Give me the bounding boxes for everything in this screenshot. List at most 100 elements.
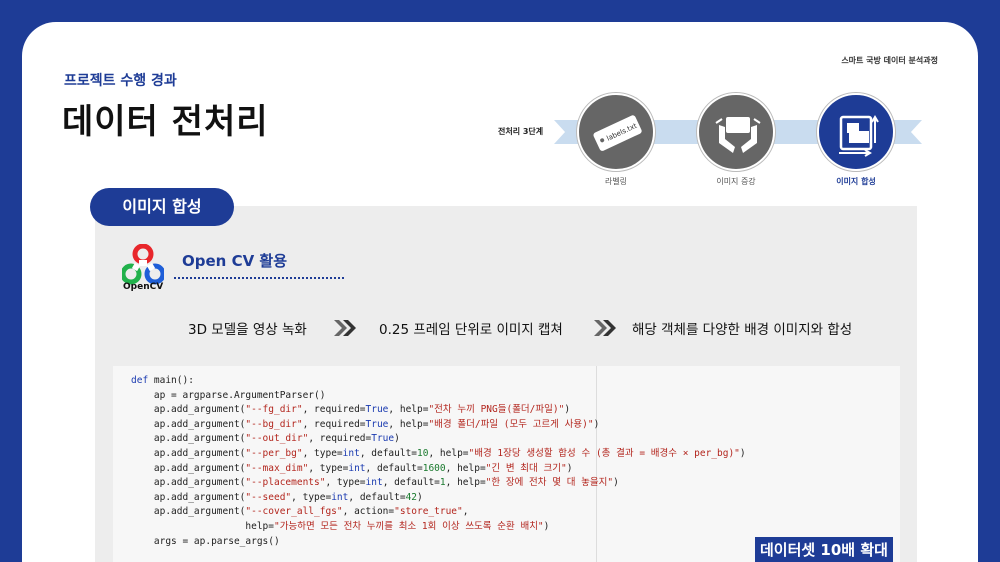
code-token: ) <box>564 404 571 416</box>
code-token: , type= <box>302 447 343 459</box>
section-heading: Open CV 활용 <box>182 252 288 270</box>
code-token: int <box>331 491 349 503</box>
code-token: help= <box>131 520 274 532</box>
slide-card: 스마트 국방 데이터 분석과정 프로젝트 수행 경과 데이터 전처리 전처리 3… <box>22 22 978 562</box>
step-augmentation <box>697 93 775 171</box>
code-token: , help= <box>428 447 469 459</box>
code-token: , help= <box>388 418 429 430</box>
code-token: ap.add_argument( <box>131 433 246 445</box>
code-token: "--placements" <box>245 477 326 489</box>
step-composite <box>817 93 895 171</box>
section-pill: 이미지 합성 <box>90 188 234 226</box>
step-caption-labeling: 라벨링 <box>604 177 628 186</box>
code-token: , help= <box>388 404 429 416</box>
code-token: , type= <box>308 462 349 474</box>
code-token: True <box>365 404 389 416</box>
code-line: ap.add_argument("--fg_dir", required=Tru… <box>131 403 746 418</box>
code-token: , action= <box>342 506 395 518</box>
code-token: "store_true" <box>394 506 463 518</box>
code-line: def main(): <box>131 374 746 389</box>
code-token: , required= <box>308 433 372 445</box>
code-token: def <box>131 375 154 386</box>
code-token: ) <box>394 433 400 445</box>
flow-step-3: 해당 객체를 다양한 배경 이미지와 합성 <box>632 322 853 338</box>
code-token: int <box>365 477 383 489</box>
chevron-right-icon <box>334 320 356 336</box>
code-token: ) <box>739 447 746 459</box>
code-token: ap.add_argument( <box>131 418 246 430</box>
stage-label: 전처리 3단계 <box>498 127 544 136</box>
code-token: ap = argparse.ArgumentParser() <box>131 389 326 401</box>
flow-step-2: 0.25 프레임 단위로 이미지 캡쳐 <box>379 322 563 338</box>
step-caption-composite: 이미지 합성 <box>836 177 876 186</box>
code-line: ap.add_argument("--seed", type=int, defa… <box>131 491 746 506</box>
image-composite-icon <box>839 115 879 157</box>
code-token: ap.add_argument( <box>131 477 246 489</box>
code-token: , default= <box>348 491 406 503</box>
code-token: ) <box>417 491 423 503</box>
code-token: ap.add_argument( <box>131 491 246 503</box>
code-token: "전차 누끼 PNG들(폴더/파일)" <box>428 404 565 416</box>
code-token: main(): <box>153 375 194 386</box>
code-token: , default= <box>359 447 418 459</box>
chevron-right-icon <box>594 320 616 336</box>
code-token: args = ap.parse_args() <box>131 535 280 547</box>
code-token: ) <box>566 462 573 474</box>
code-block: def main(): ap = argparse.ArgumentParser… <box>113 366 900 562</box>
code-line: ap.add_argument("--max_dim", type=int, d… <box>131 462 746 477</box>
code-token: 42 <box>405 491 418 503</box>
code-text: def main(): ap = argparse.ArgumentParser… <box>131 374 746 549</box>
step-caption-augmentation: 이미지 증강 <box>716 177 756 186</box>
code-token: "--fg_dir" <box>245 404 303 416</box>
code-token: int <box>348 462 366 474</box>
code-token: "--cover_all_fgs" <box>245 506 343 518</box>
code-token: 1600 <box>422 462 446 474</box>
code-token: int <box>342 447 360 459</box>
code-token: True <box>365 418 389 430</box>
result-badge: 데이터셋 10배 확대 <box>755 537 893 562</box>
code-line: ap = argparse.ArgumentParser() <box>131 389 746 404</box>
flow-step-1: 3D 모델을 영상 녹화 <box>188 322 307 338</box>
code-token: , <box>462 506 469 518</box>
code-token: , help= <box>445 462 486 474</box>
code-token: "배경 1장당 생성할 합성 수 (총 결과 = 배경수 × per_bg)" <box>468 447 740 459</box>
code-token: ap.add_argument( <box>131 506 246 518</box>
code-token: ap.add_argument( <box>131 404 246 416</box>
code-token: ) <box>613 477 619 489</box>
code-token: True <box>371 433 395 445</box>
heading-underline <box>174 277 344 279</box>
code-line: args = ap.parse_args() <box>131 535 746 550</box>
code-line: ap.add_argument("--bg_dir", required=Tru… <box>131 418 746 433</box>
code-line: ap.add_argument("--cover_all_fgs", actio… <box>131 505 746 520</box>
code-token: ap.add_argument( <box>131 447 246 459</box>
step-labeling: labels.txt <box>577 93 655 171</box>
code-token: "가능하면 모든 전차 누끼를 최소 1회 이상 쓰도록 순환 배치" <box>274 520 544 532</box>
code-line: ap.add_argument("--per_bg", type=int, de… <box>131 447 746 462</box>
code-line: help="가능하면 모든 전차 누끼를 최소 1회 이상 쓰도록 순환 배치"… <box>131 520 746 535</box>
code-token: ) <box>543 520 550 532</box>
slide-subtitle: 프로젝트 수행 경과 <box>64 73 177 89</box>
code-token: 10 <box>417 447 429 459</box>
code-line: ap.add_argument("--out_dir", required=Tr… <box>131 432 746 447</box>
slide-title: 데이터 전처리 <box>62 102 269 142</box>
code-token: "--bg_dir" <box>245 418 303 430</box>
code-token: , default= <box>365 462 423 474</box>
code-token: , help= <box>445 477 486 489</box>
code-token: , default= <box>382 477 440 489</box>
code-token: ap.add_argument( <box>131 462 246 474</box>
org-label: 스마트 국방 데이터 분석과정 <box>841 56 938 65</box>
code-token: "긴 변 최대 크기" <box>485 462 567 474</box>
code-token: , required= <box>302 418 366 430</box>
code-line: ap.add_argument("--placements", type=int… <box>131 476 746 491</box>
code-token: , required= <box>302 404 366 416</box>
label-tag-icon: labels.txt <box>593 115 642 151</box>
code-token: "--seed" <box>245 491 292 503</box>
code-token: "--max_dim" <box>245 462 309 474</box>
code-token: , type= <box>325 477 366 489</box>
hands-image-icon <box>715 117 761 153</box>
code-token: ) <box>593 418 600 430</box>
code-token: "--out_dir" <box>245 433 309 445</box>
code-token: , type= <box>291 491 332 503</box>
opencv-logo-text: OpenCV <box>123 282 164 292</box>
code-token: "배경 폴더/파일 (모두 고르게 사용)" <box>428 418 594 430</box>
